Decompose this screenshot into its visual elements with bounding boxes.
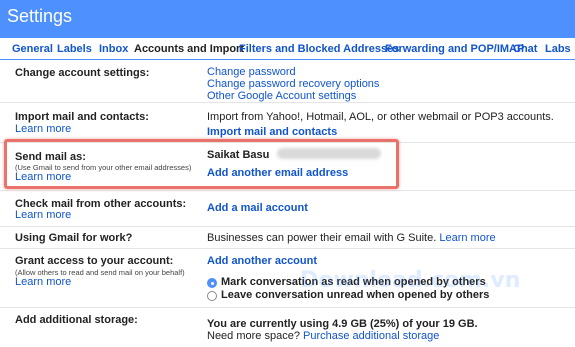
work-learn-more-link[interactable]: Learn more bbox=[439, 232, 495, 244]
page-title: Settings bbox=[7, 6, 73, 26]
change-account-label: Change account settings: bbox=[15, 67, 150, 79]
grant-access-label: Grant access to your account: bbox=[15, 255, 174, 267]
tab-forwarding[interactable]: Forwarding and POP/IMAP bbox=[385, 43, 524, 55]
tab-filters[interactable]: Filters and Blocked Addresses bbox=[239, 43, 399, 55]
check-mail-learn-more-link[interactable]: Learn more bbox=[15, 209, 71, 221]
mark-read-radio[interactable] bbox=[207, 278, 217, 288]
work-description: Businesses can power their email with G … bbox=[207, 232, 496, 244]
import-row: Import mail and contacts: Learn more Imp… bbox=[0, 103, 575, 143]
grant-learn-more-link[interactable]: Learn more bbox=[15, 276, 71, 288]
settings-tabs: General Labels Inbox Accounts and Import… bbox=[0, 38, 575, 60]
import-learn-more-link[interactable]: Learn more bbox=[15, 123, 71, 135]
change-account-row: Change account settings: Change password… bbox=[0, 61, 575, 103]
watermark: Download.com.vn bbox=[300, 268, 521, 293]
import-label: Import mail and contacts: bbox=[15, 111, 149, 123]
work-description-text: Businesses can power their email with G … bbox=[207, 232, 437, 244]
storage-label: Add additional storage: bbox=[15, 314, 138, 326]
storage-usage: You are currently using 4.9 GB (25%) of … bbox=[207, 318, 478, 330]
settings-header: Settings bbox=[0, 0, 575, 38]
import-description: Import from Yahoo!, Hotmail, AOL, or oth… bbox=[207, 111, 554, 123]
send-mail-highlight-box bbox=[4, 139, 399, 189]
tab-inbox[interactable]: Inbox bbox=[99, 43, 128, 55]
tab-chat[interactable]: Chat bbox=[513, 43, 537, 55]
import-mail-contacts-link[interactable]: Import mail and contacts bbox=[207, 126, 337, 138]
need-more-text: Need more space? bbox=[207, 330, 300, 342]
leave-unread-radio[interactable] bbox=[207, 291, 217, 301]
work-label: Using Gmail for work? bbox=[15, 232, 133, 244]
storage-need-more: Need more space? Purchase additional sto… bbox=[207, 330, 439, 342]
tab-accounts-and-import[interactable]: Accounts and Import bbox=[134, 43, 244, 55]
storage-row: Add additional storage: You are currentl… bbox=[0, 308, 575, 347]
change-password-link[interactable]: Change password bbox=[207, 66, 296, 78]
purchase-storage-link[interactable]: Purchase additional storage bbox=[303, 330, 439, 342]
change-recovery-link[interactable]: Change password recovery options bbox=[207, 78, 379, 90]
add-mail-account-link[interactable]: Add a mail account bbox=[207, 202, 308, 214]
other-account-settings-link[interactable]: Other Google Account settings bbox=[207, 90, 356, 102]
tab-general[interactable]: General bbox=[12, 43, 53, 55]
tab-labels[interactable]: Labels bbox=[57, 43, 92, 55]
work-row: Using Gmail for work? Businesses can pow… bbox=[0, 227, 575, 249]
check-mail-row: Check mail from other accounts: Learn mo… bbox=[0, 191, 575, 227]
tab-labs[interactable]: Labs bbox=[545, 43, 571, 55]
add-another-account-link[interactable]: Add another account bbox=[207, 255, 317, 267]
